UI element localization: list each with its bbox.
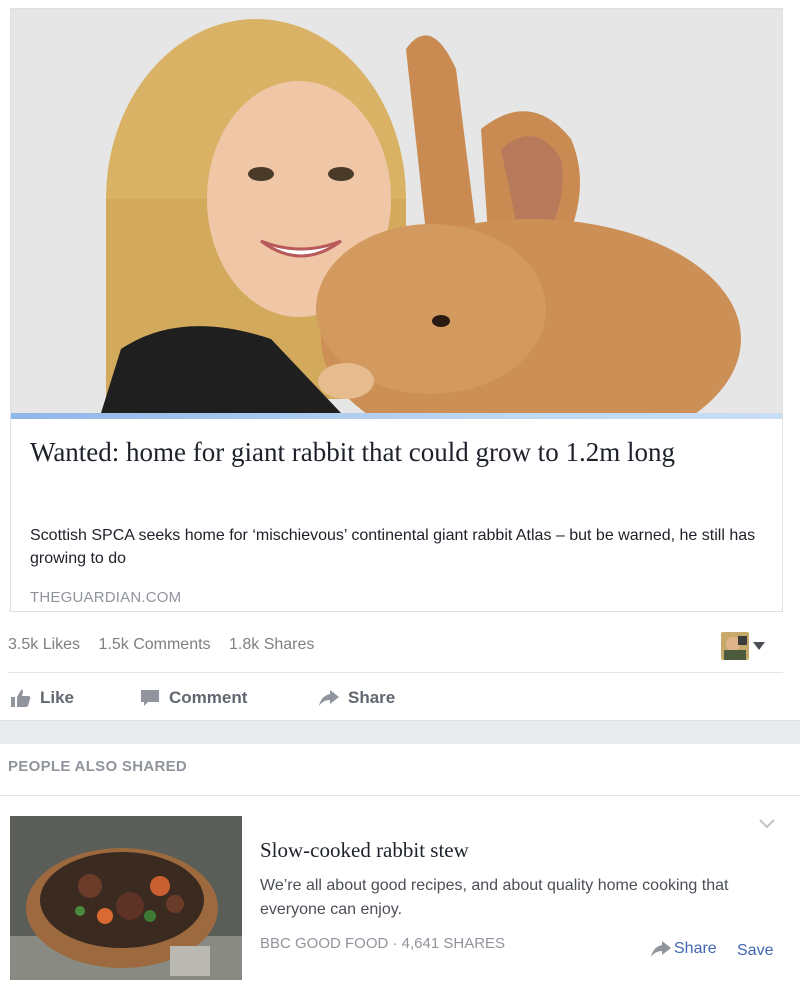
share-icon [651,941,671,957]
recommended-share-button[interactable]: Share [650,940,717,958]
image-accent-bar [11,413,782,419]
recommended-save-button[interactable]: Save [737,942,773,960]
comment-icon [141,690,159,706]
share-button[interactable]: Share [318,686,395,710]
recommended-source: BBC GOOD FOOD · 4,641 SHARES [260,935,506,952]
chevron-down-icon[interactable] [758,818,776,830]
caret-down-icon[interactable] [753,642,765,650]
article-image[interactable] [11,9,782,413]
divider [8,672,783,673]
section-separator [0,720,800,744]
recommended-description: We’re all about good recipes, and about … [260,877,729,918]
recommended-title[interactable]: Slow-cooked rabbit stew [260,838,469,863]
like-label: Like [40,688,75,707]
woman-with-rabbit-photo [11,9,782,413]
article-domain: THEGUARDIAN.COM [30,589,182,606]
like-icon [11,689,31,707]
article-description: Scottish SPCA seeks home for ‘mischievou… [30,527,756,567]
shares-count[interactable]: 1.8k Shares [229,636,314,653]
engagement-stats: 3.5k Likes 1.5k Comments 1.8k Shares [8,636,328,654]
people-also-shared-header: PEOPLE ALSO SHARED [8,758,188,775]
rabbit-stew-photo [10,816,242,980]
likes-count[interactable]: 3.5k Likes [8,636,80,653]
recommended-share-label: Share [674,940,717,957]
recommended-thumbnail[interactable] [10,816,242,980]
comments-count[interactable]: 1.5k Comments [99,636,211,653]
article-title[interactable]: Wanted: home for giant rabbit that could… [30,436,770,468]
divider [0,795,800,796]
comment-label: Comment [169,688,248,707]
like-button[interactable]: Like [10,686,74,710]
share-label: Share [348,688,396,707]
avatar[interactable] [721,632,749,660]
comment-button[interactable]: Comment [139,686,247,710]
share-icon [319,690,339,706]
link-card[interactable]: Wanted: home for giant rabbit that could… [10,8,783,612]
